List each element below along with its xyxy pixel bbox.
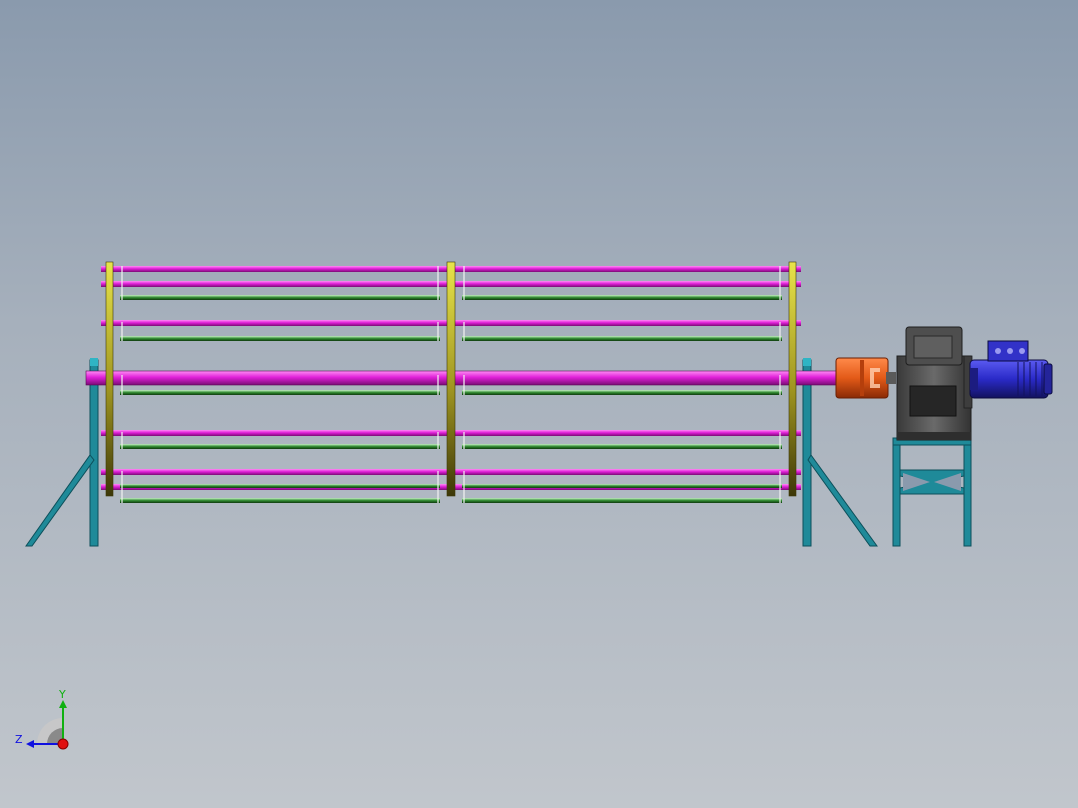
left-support-frame[interactable] — [25, 359, 99, 547]
gearbox[interactable] — [896, 326, 973, 441]
triad-y-label: Y — [59, 688, 66, 701]
shaft-coupling[interactable] — [835, 357, 896, 399]
gearbox-stand[interactable] — [892, 437, 972, 547]
main-shaft[interactable] — [85, 370, 839, 386]
triad-z-label: Z — [15, 733, 23, 746]
assembly-model[interactable] — [0, 0, 1078, 808]
cad-viewport[interactable]: Y Z — [0, 0, 1078, 808]
coordinate-triad[interactable] — [26, 700, 69, 750]
electric-motor[interactable] — [969, 340, 1053, 399]
